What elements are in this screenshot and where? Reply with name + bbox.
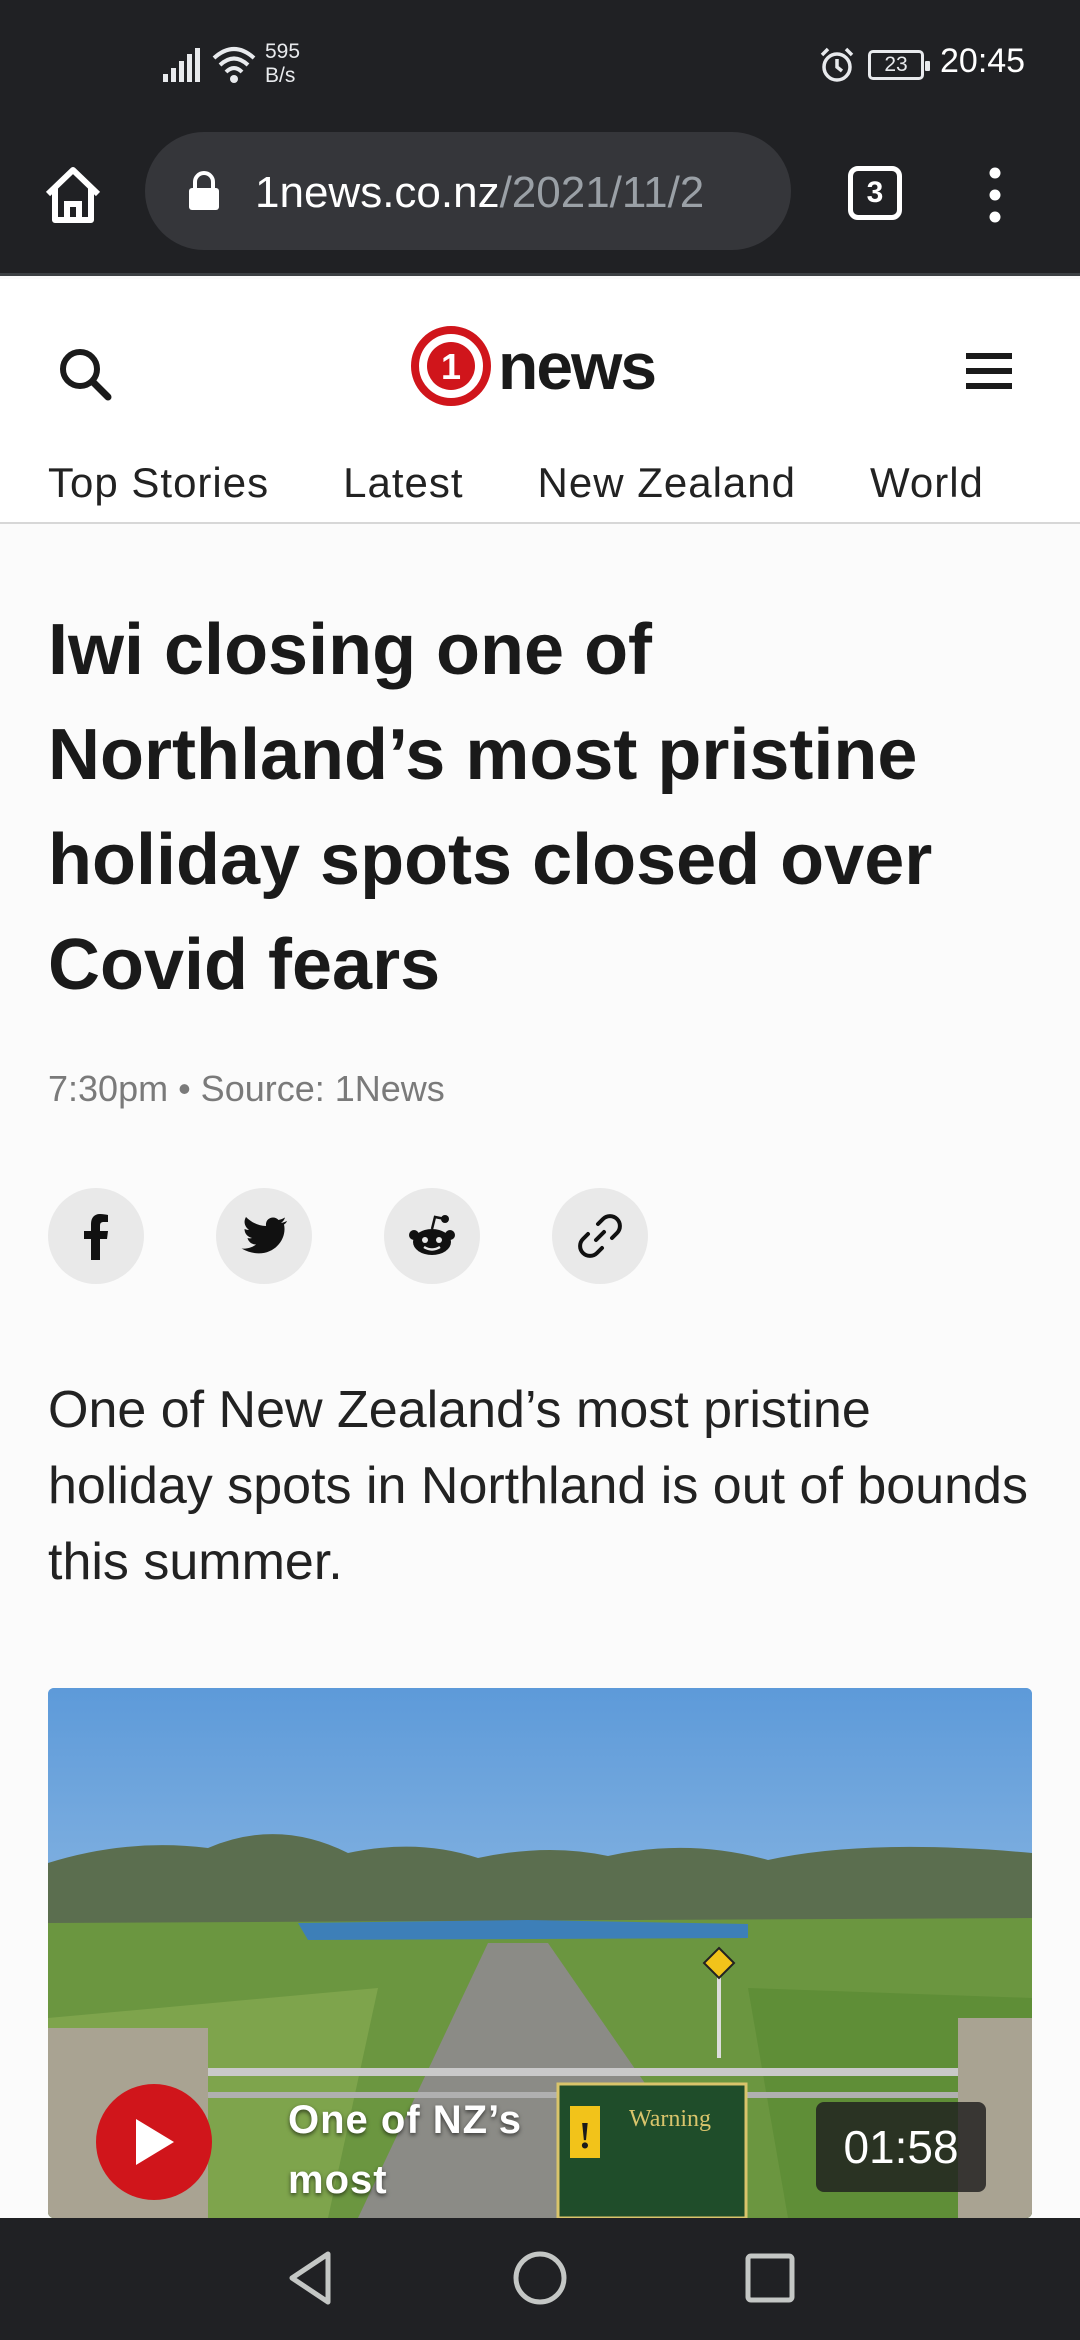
- share-facebook-button[interactable]: [48, 1188, 144, 1284]
- reddit-icon: [409, 1215, 455, 1255]
- site-header: 1 news Top Stories Latest New Zealand Wo…: [0, 279, 1080, 524]
- svg-text:!: !: [579, 2115, 592, 2157]
- nav-item-latest[interactable]: Latest: [343, 459, 463, 507]
- signal-icon: [163, 48, 200, 82]
- address-bar[interactable]: 1news.co.nz/2021/11/2: [145, 132, 791, 250]
- play-icon: [136, 2119, 174, 2165]
- menu-icon[interactable]: [966, 351, 1016, 391]
- article-byline: 7:30pm • Source: 1News: [48, 1068, 445, 1109]
- network-speed: 595 B/s: [265, 40, 300, 88]
- nav-item-new-zealand[interactable]: New Zealand: [538, 459, 796, 507]
- tab-switcher-button[interactable]: 3: [848, 166, 902, 220]
- copy-link-button[interactable]: [552, 1188, 648, 1284]
- url-domain: 1news.co.nz: [255, 168, 500, 217]
- wifi-icon: [212, 47, 256, 83]
- sign-title: Warning: [629, 2106, 711, 2132]
- share-twitter-button[interactable]: [216, 1188, 312, 1284]
- alarm-icon: [820, 47, 854, 82]
- status-bar: 595 B/s 23 20:45: [0, 0, 1080, 130]
- battery-icon: 23: [868, 50, 930, 80]
- link-icon: [578, 1214, 622, 1258]
- more-options-icon[interactable]: [980, 160, 1010, 230]
- site-logo[interactable]: 1 news: [410, 321, 657, 411]
- section-nav: Top Stories Latest New Zealand World: [48, 459, 1058, 507]
- play-button[interactable]: [96, 2084, 212, 2200]
- warning-sign: ! Warning: [556, 2082, 748, 2218]
- search-icon[interactable]: [50, 339, 120, 409]
- url-text[interactable]: 1news.co.nz/2021/11/2: [255, 168, 775, 218]
- share-buttons: [48, 1188, 720, 1284]
- back-icon[interactable]: [282, 2248, 338, 2308]
- nav-item-top-stories[interactable]: Top Stories: [48, 459, 269, 507]
- video-player[interactable]: ! Warning One of NZ’s most pristine... 0…: [48, 1688, 1032, 2218]
- home-icon[interactable]: [38, 160, 108, 230]
- home-circle-icon[interactable]: [510, 2248, 570, 2308]
- network-speed-unit: B/s: [265, 64, 296, 87]
- video-duration: 01:58: [816, 2102, 986, 2192]
- recent-apps-icon[interactable]: [742, 2248, 798, 2308]
- twitter-icon: [241, 1217, 287, 1254]
- article-headline: Iwi closing one of Northland’s most pris…: [48, 610, 933, 1005]
- facebook-icon: [84, 1214, 108, 1260]
- share-reddit-button[interactable]: [384, 1188, 480, 1284]
- article-lead: One of New Zealand’s most pristine holid…: [48, 1381, 1028, 1591]
- lock-icon: [189, 171, 219, 210]
- network-speed-value: 595: [265, 40, 301, 63]
- system-navigation-bar: [0, 2218, 1080, 2340]
- logo-mark-icon: 1: [411, 326, 491, 406]
- nav-item-world[interactable]: World: [870, 459, 984, 507]
- video-title: One of NZ’s most pristine...: [288, 2098, 522, 2202]
- logo-number: 1: [441, 346, 461, 387]
- browser-toolbar: 1news.co.nz/2021/11/2 3: [0, 130, 1080, 276]
- clock: 20:45: [940, 42, 1026, 80]
- logo-text: news: [498, 329, 657, 403]
- url-path: /2021/11/2: [499, 168, 705, 217]
